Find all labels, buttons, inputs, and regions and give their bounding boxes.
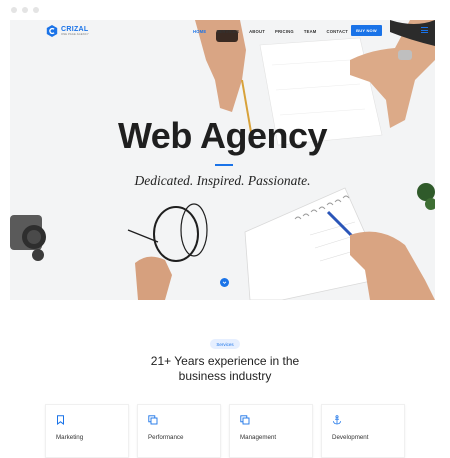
service-card-performance[interactable]: Performance bbox=[137, 404, 221, 458]
nav-item-contact[interactable]: CONTACT bbox=[327, 29, 349, 34]
hero-divider bbox=[215, 164, 233, 166]
bookmark-icon bbox=[57, 415, 64, 425]
service-card-label: Marketing bbox=[56, 434, 84, 441]
hero-section: CRIZAL ONE PAGE AGENCY HOME SERVICES ABO… bbox=[10, 20, 435, 300]
service-card-label: Management bbox=[240, 434, 277, 441]
brand-name: CRIZAL bbox=[61, 25, 89, 33]
nav-item-services[interactable]: SERVICES bbox=[216, 29, 239, 34]
services-heading-line2: business industry bbox=[178, 369, 272, 383]
service-card-marketing[interactable]: Marketing bbox=[45, 404, 129, 458]
copy-icon bbox=[148, 415, 158, 425]
service-card-management[interactable]: Management bbox=[229, 404, 313, 458]
scroll-down-button[interactable] bbox=[220, 278, 229, 287]
hamburger-icon[interactable] bbox=[421, 27, 428, 33]
hero-subtitle: Dedicated. Inspired. Passionate. bbox=[134, 173, 311, 188]
nav-item-about[interactable]: ABOUT bbox=[249, 29, 265, 34]
nav-item-team[interactable]: TEAM bbox=[304, 29, 317, 34]
top-nav: CRIZAL ONE PAGE AGENCY HOME SERVICES ABO… bbox=[10, 20, 435, 42]
window-dot bbox=[11, 7, 17, 13]
logo-mark-icon bbox=[46, 25, 58, 37]
services-heading: 21+ Years experience in the business ind… bbox=[0, 354, 450, 384]
buy-now-button[interactable]: BUY NOW bbox=[351, 25, 382, 36]
anchor-icon bbox=[332, 415, 342, 425]
hero-background-photo bbox=[10, 20, 435, 300]
service-card-development[interactable]: Development bbox=[321, 404, 405, 458]
brand-tagline: ONE PAGE AGENCY bbox=[61, 32, 89, 36]
services-heading-line1: 21+ Years experience in the bbox=[150, 354, 300, 368]
window-dot bbox=[22, 7, 28, 13]
brand-logo[interactable]: CRIZAL ONE PAGE AGENCY bbox=[46, 25, 89, 37]
hero-title: Web Agency bbox=[117, 115, 328, 156]
nav-item-pricing[interactable]: PRICING bbox=[275, 29, 294, 34]
copy-icon bbox=[240, 415, 250, 425]
window-dot bbox=[33, 7, 39, 13]
service-card-label: Development bbox=[332, 434, 369, 441]
chevron-down-icon bbox=[222, 281, 227, 284]
service-card-label: Performance bbox=[148, 434, 184, 441]
nav-menu: HOME SERVICES ABOUT PRICING TEAM CONTACT bbox=[193, 20, 358, 42]
nav-item-home[interactable]: HOME bbox=[193, 29, 206, 34]
window-dots bbox=[11, 7, 39, 13]
services-tag: Services bbox=[210, 339, 240, 349]
